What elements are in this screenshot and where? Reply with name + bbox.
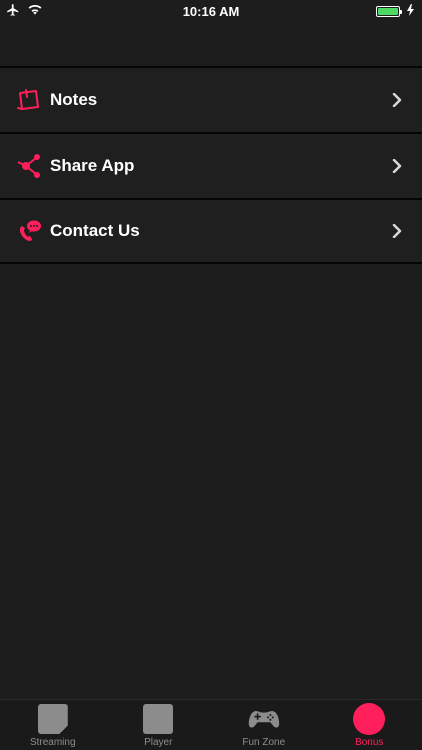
chevron-right-icon bbox=[390, 223, 404, 239]
menu-item-share-app[interactable]: Share App bbox=[0, 132, 422, 198]
tab-label: Streaming bbox=[29, 737, 76, 748]
chevron-right-icon bbox=[390, 92, 404, 108]
navigation-bar bbox=[0, 22, 422, 66]
app-screen: 10:16 AM Notes Share App Contact Us Stre… bbox=[0, 0, 422, 750]
charging-bolt-icon bbox=[407, 3, 414, 19]
status-left bbox=[6, 3, 86, 20]
menu-list: Notes Share App Contact Us bbox=[0, 66, 422, 264]
tab-label: Player bbox=[144, 737, 173, 748]
gamepad-icon bbox=[248, 703, 280, 735]
menu-item-label: Notes bbox=[50, 90, 98, 109]
battery-fill bbox=[378, 7, 398, 15]
notes-icon bbox=[16, 87, 42, 113]
tab-label: Fun Zone bbox=[242, 737, 286, 748]
tab-player[interactable]: Player bbox=[106, 700, 212, 750]
status-bar: 10:16 AM bbox=[0, 0, 422, 22]
wifi-icon bbox=[28, 4, 42, 19]
chevron-right-icon bbox=[390, 158, 404, 174]
menu-item-contact-us[interactable]: Contact Us bbox=[0, 198, 422, 264]
streaming-icon bbox=[37, 703, 69, 735]
battery-icon bbox=[376, 5, 402, 17]
player-icon bbox=[142, 703, 174, 735]
contact-phone-icon bbox=[16, 218, 42, 244]
tab-streaming[interactable]: Streaming bbox=[0, 700, 106, 750]
share-icon bbox=[16, 153, 42, 179]
status-right bbox=[376, 3, 414, 19]
tab-bonus[interactable]: Bonus bbox=[317, 700, 422, 750]
menu-item-notes[interactable]: Notes bbox=[0, 66, 422, 132]
tab-label: Bonus bbox=[355, 737, 384, 748]
tab-fun-zone[interactable]: Fun Zone bbox=[211, 700, 317, 750]
menu-item-label: Share App bbox=[50, 156, 135, 175]
bonus-icon bbox=[353, 703, 386, 735]
tab-bar: Streaming Player Fun Zone Bonus bbox=[0, 699, 422, 750]
menu-item-label: Contact Us bbox=[50, 221, 140, 240]
airplane-icon bbox=[6, 3, 20, 20]
